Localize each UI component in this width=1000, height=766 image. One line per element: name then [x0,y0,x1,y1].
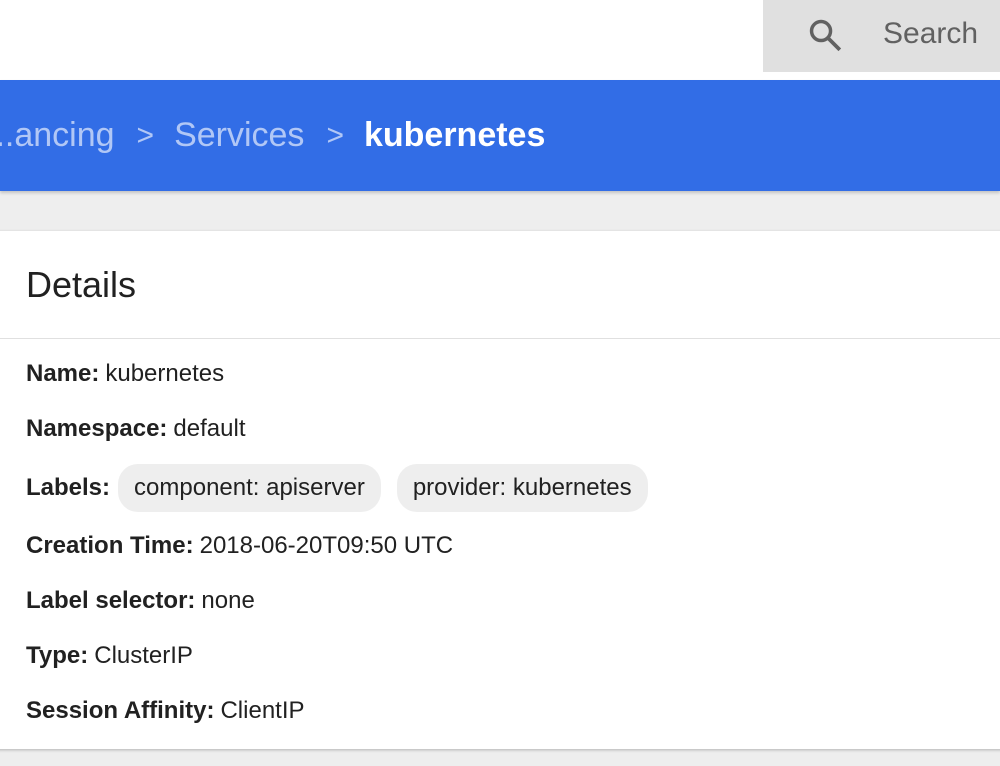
label-selector-value: none [201,587,255,614]
name-value: kubernetes [105,360,225,387]
details-title: Details [26,264,137,305]
search-input[interactable] [883,14,1000,54]
session-affinity-value: ClientIP [220,697,305,724]
details-card: Details Name: kubernetes Namespace: defa… [0,231,1000,749]
detail-row-session-affinity: Session Affinity: ClientIP [26,697,305,725]
labels-label: Labels: [26,474,111,501]
type-label: Type: [26,642,89,669]
breadcrumb-current: kubernetes [363,116,546,154]
search-icon[interactable] [806,16,844,54]
detail-row-namespace: Namespace: default [26,415,245,443]
namespace-value: default [173,415,246,442]
detail-row-name: Name: kubernetes [26,360,224,388]
top-toolbar [0,0,1000,80]
name-label: Name: [26,360,100,387]
breadcrumb-item-load-balancing[interactable]: ...ancing [0,116,115,155]
detail-row-label-selector: Label selector: none [26,587,255,615]
details-card-header: Details [0,231,1000,339]
breadcrumb-separator: > [326,118,344,152]
detail-row-labels: Labels: component: apiserver provider: k… [26,464,648,512]
breadcrumb: ...ancing > Services > kubernetes [0,80,545,191]
breadcrumb-bar: ...ancing > Services > kubernetes [0,80,1000,191]
creation-time-value: 2018-06-20T09:50 UTC [199,532,454,559]
creation-time-label: Creation Time: [26,532,194,559]
breadcrumb-item-services[interactable]: Services [174,116,304,155]
session-affinity-label: Session Affinity: [26,697,215,724]
label-selector-label: Label selector: [26,587,196,614]
type-value: ClusterIP [94,642,193,669]
breadcrumb-separator: > [136,118,155,152]
label-chip: provider: kubernetes [396,464,648,512]
detail-row-type: Type: ClusterIP [26,642,193,670]
namespace-label: Namespace: [26,415,168,442]
detail-row-creation-time: Creation Time: 2018-06-20T09:50 UTC [26,532,453,560]
label-chip: component: apiserver [118,464,381,512]
